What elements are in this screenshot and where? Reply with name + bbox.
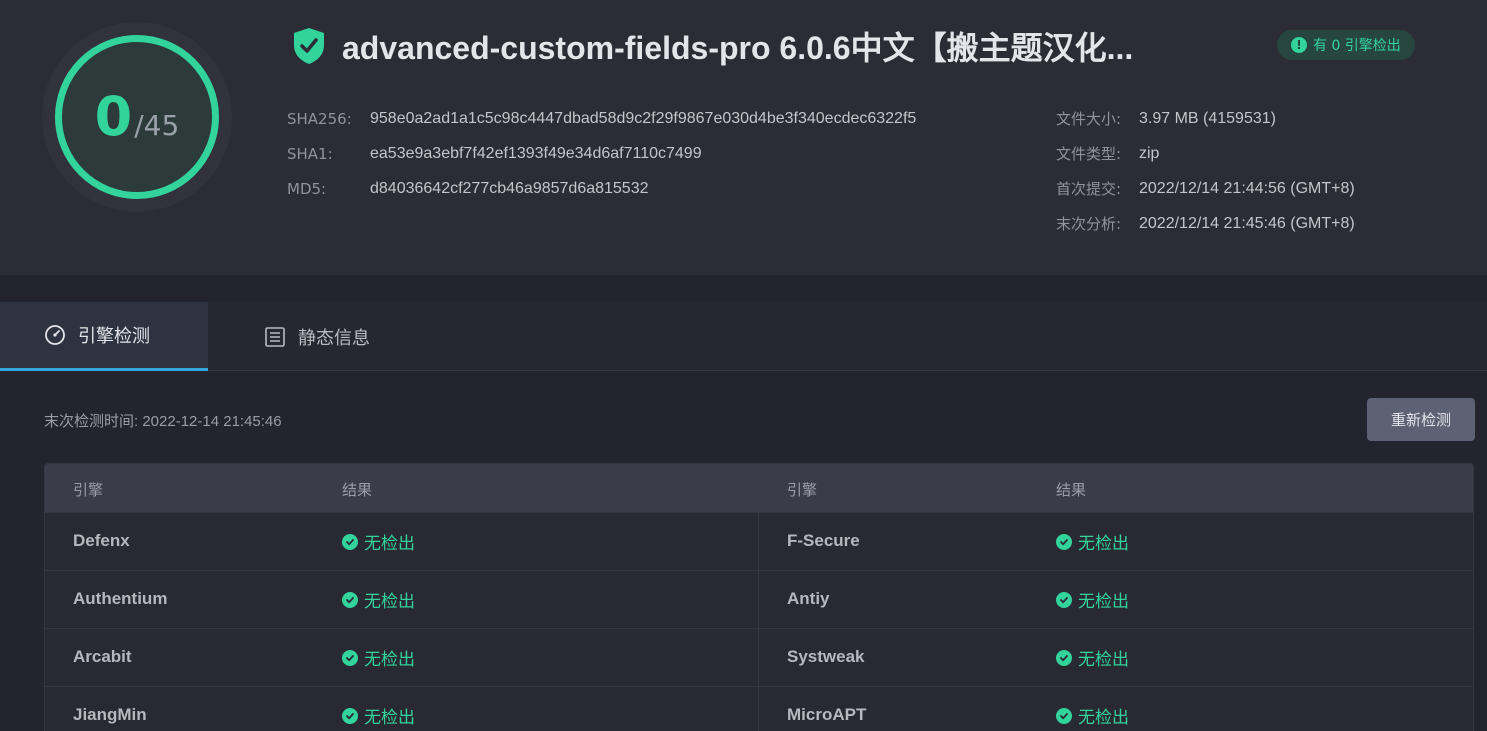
engine-name: Arcabit bbox=[73, 647, 132, 666]
meta-row-first-submit: 首次提交: 2022/12/14 21:44:56 (GMT+8) bbox=[1056, 171, 1355, 206]
table-row: Authentium 无检出 Antiy 无检出 bbox=[45, 570, 1473, 629]
column-divider bbox=[758, 687, 759, 731]
header-engine: 引擎 bbox=[73, 481, 104, 499]
table-row: Arcabit 无检出 Systweak 无检出 bbox=[45, 628, 1473, 687]
meta-label: 末次分析: bbox=[1056, 215, 1122, 233]
check-circle-icon bbox=[342, 591, 358, 608]
tab-static-info[interactable]: 静态信息 bbox=[264, 302, 370, 371]
alert-icon: ! bbox=[1291, 37, 1307, 53]
table-header: 引擎 结果 引擎 结果 bbox=[45, 464, 1473, 512]
tab-label: 引擎检测 bbox=[78, 326, 150, 347]
result-label: 无检出 bbox=[364, 534, 415, 554]
meta-value: 3.97 MB (4159531) bbox=[1139, 109, 1276, 127]
detection-badge: ! 有 0 引擎检出 bbox=[1277, 30, 1415, 60]
meta-value: 2022/12/14 21:45:46 (GMT+8) bbox=[1139, 214, 1355, 232]
detection-badge-label: 有 0 引擎检出 bbox=[1313, 38, 1401, 54]
list-icon bbox=[265, 326, 285, 347]
engine-name: Antiy bbox=[787, 589, 830, 608]
engine-results-table: 引擎 结果 引擎 结果 Defenx 无检出 F-Secure 无检出 Auth… bbox=[44, 463, 1474, 731]
shield-check-icon bbox=[294, 28, 324, 64]
hash-value[interactable]: d84036642cf277cb46a9857d6a815532 bbox=[370, 180, 649, 198]
result-cell: 无检出 bbox=[1056, 529, 1129, 554]
meta-row-last-analysis: 末次分析: 2022/12/14 21:45:46 (GMT+8) bbox=[1056, 206, 1355, 241]
engine-name: Authentium bbox=[73, 589, 168, 608]
check-circle-icon bbox=[1056, 591, 1072, 608]
meta-label: 文件类型: bbox=[1056, 145, 1122, 163]
hash-row-sha256: SHA256: 958e0a2ad1a1c5c98c4447dbad58d9c2… bbox=[287, 101, 916, 136]
table-row: JiangMin 无检出 MicroAPT 无检出 bbox=[45, 686, 1473, 731]
meta-value: zip bbox=[1139, 144, 1160, 162]
file-meta-list: 文件大小: 3.97 MB (4159531) 文件类型: zip 首次提交: … bbox=[1056, 101, 1355, 241]
result-cell: 无检出 bbox=[342, 529, 415, 554]
header-result: 结果 bbox=[1056, 481, 1087, 499]
result-label: 无检出 bbox=[1078, 592, 1129, 612]
engine-name: JiangMin bbox=[73, 705, 147, 724]
meta-label: 首次提交: bbox=[1056, 180, 1122, 198]
hash-value[interactable]: ea53e9a3ebf7f42ef1393f49e34d6af7110c7499 bbox=[370, 145, 702, 163]
result-label: 无检出 bbox=[1078, 650, 1129, 670]
header-result: 结果 bbox=[342, 481, 373, 499]
hash-label: SHA1: bbox=[287, 144, 333, 163]
tab-engine-detection[interactable]: 引擎检测 bbox=[0, 302, 208, 371]
meta-value: 2022/12/14 21:44:56 (GMT+8) bbox=[1139, 179, 1355, 197]
file-name-title: advanced-custom-fields-pro 6.0.6中文【搬主题汉化… bbox=[342, 30, 1134, 66]
result-cell: 无检出 bbox=[342, 587, 415, 612]
engine-name: MicroAPT bbox=[787, 705, 867, 724]
meta-label: 文件大小: bbox=[1056, 110, 1122, 128]
title-row: advanced-custom-fields-pro 6.0.6中文【搬主题汉化… bbox=[292, 26, 1254, 66]
last-scan-time: 末次检测时间: 2022-12-14 21:45:46 bbox=[44, 413, 282, 430]
check-circle-icon bbox=[1056, 707, 1072, 724]
detection-score-ring: 0 /45 bbox=[55, 35, 219, 199]
check-circle-icon bbox=[342, 707, 358, 724]
tab-bar: 引擎检测 静态信息 bbox=[0, 302, 1487, 371]
result-label: 无检出 bbox=[1078, 534, 1129, 554]
hash-label: SHA256: bbox=[287, 109, 352, 128]
hash-row-sha1: SHA1: ea53e9a3ebf7f42ef1393f49e34d6af711… bbox=[287, 136, 916, 171]
column-divider bbox=[758, 571, 759, 629]
result-cell: 无检出 bbox=[1056, 587, 1129, 612]
check-circle-icon bbox=[1056, 533, 1072, 550]
result-cell: 无检出 bbox=[342, 645, 415, 670]
engine-total: /45 bbox=[134, 109, 180, 142]
rescan-button[interactable]: 重新检测 bbox=[1367, 398, 1475, 441]
check-circle-icon bbox=[1056, 649, 1072, 666]
hash-row-md5: MD5: d84036642cf277cb46a9857d6a815532 bbox=[287, 171, 916, 206]
hash-label: MD5: bbox=[287, 179, 327, 198]
check-circle-icon bbox=[342, 649, 358, 666]
column-divider bbox=[758, 513, 759, 571]
tab-label: 静态信息 bbox=[298, 327, 370, 349]
result-label: 无检出 bbox=[364, 592, 415, 612]
table-row: Defenx 无检出 F-Secure 无检出 bbox=[45, 512, 1473, 571]
result-cell: 无检出 bbox=[1056, 645, 1129, 670]
header-engine: 引擎 bbox=[787, 481, 818, 499]
meta-row-file-size: 文件大小: 3.97 MB (4159531) bbox=[1056, 101, 1355, 136]
engine-name: F-Secure bbox=[787, 531, 860, 550]
detection-count: 0 bbox=[94, 85, 133, 148]
hash-value[interactable]: 958e0a2ad1a1c5c98c4447dbad58d9c2f29f9867… bbox=[370, 110, 916, 128]
hash-list: SHA256: 958e0a2ad1a1c5c98c4447dbad58d9c2… bbox=[287, 101, 916, 206]
engine-name: Systweak bbox=[787, 647, 865, 666]
meta-row-file-type: 文件类型: zip bbox=[1056, 136, 1355, 171]
gauge-icon bbox=[45, 325, 65, 345]
result-label: 无检出 bbox=[1078, 708, 1129, 728]
file-summary-card: 0 /45 advanced-custom-fields-pro 6.0.6中文… bbox=[0, 0, 1487, 275]
result-label: 无检出 bbox=[364, 708, 415, 728]
result-cell: 无检出 bbox=[342, 703, 415, 728]
check-circle-icon bbox=[342, 533, 358, 550]
engine-name: Defenx bbox=[73, 531, 130, 550]
column-divider bbox=[758, 629, 759, 687]
result-cell: 无检出 bbox=[1056, 703, 1129, 728]
result-label: 无检出 bbox=[364, 650, 415, 670]
